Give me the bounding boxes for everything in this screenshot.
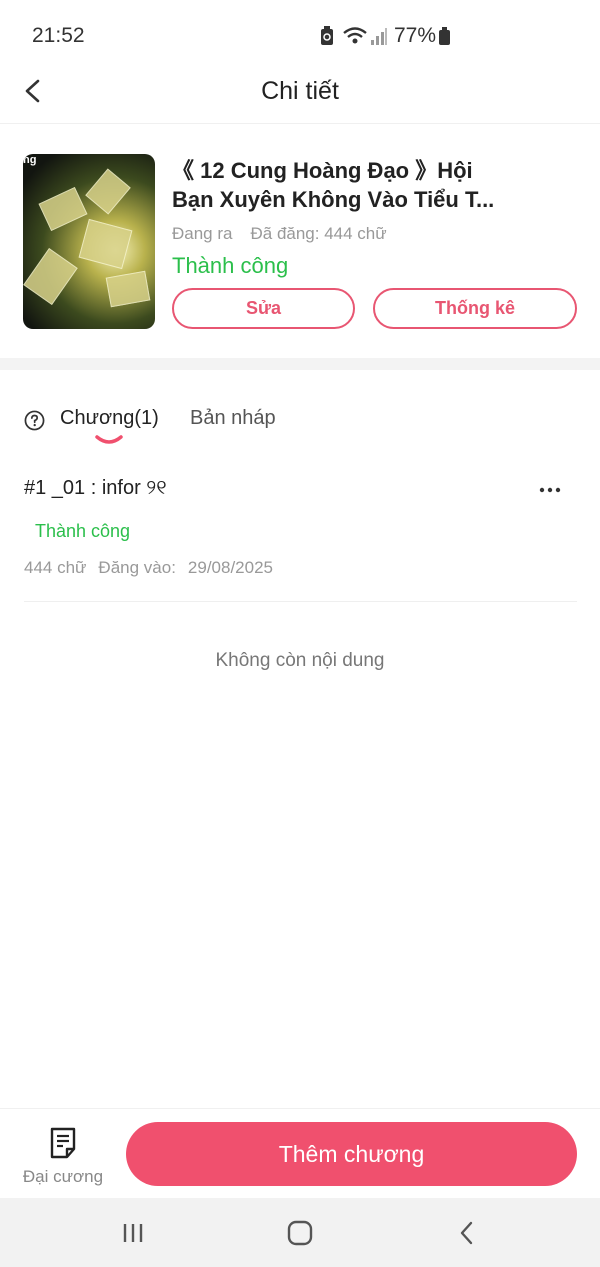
book-word-count: Đã đăng: 444 chữ <box>250 224 387 243</box>
recents-icon[interactable] <box>118 1218 148 1248</box>
tab-chapters[interactable]: Chương(1) <box>60 407 159 430</box>
cover-tag: ng <box>23 154 37 166</box>
edit-button[interactable]: Sửa <box>172 288 355 329</box>
more-icon[interactable] <box>538 486 562 494</box>
book-state: Đang ra <box>172 224 233 243</box>
end-of-list-text: Không còn nội dung <box>215 650 385 671</box>
list-item[interactable]: #1 _01 : infor ୨୧ Thành công 444 chữ Đăn… <box>0 465 600 602</box>
outline-button[interactable]: Đại cương <box>14 1123 112 1193</box>
chapter-posted-date: 29/08/2025 <box>187 558 274 577</box>
recycle-battery-icon <box>321 26 333 45</box>
tab-active-indicator <box>95 435 123 444</box>
chapter-status: Thành công <box>35 521 131 541</box>
divider <box>24 601 577 602</box>
header: Chi tiết <box>0 60 600 124</box>
status-time: 21:52 <box>32 24 85 47</box>
signal-icon <box>371 28 387 45</box>
wifi-icon <box>343 27 367 44</box>
nav-back-icon[interactable] <box>452 1218 482 1248</box>
book-cover[interactable]: ng <box>23 154 155 329</box>
book-info: ng 《 12 Cung Hoàng Đạo 》Hội Bạn Xuyên Kh… <box>0 124 600 358</box>
home-icon[interactable] <box>285 1218 315 1248</box>
bottom-bar: Đại cương Thêm chương <box>0 1108 600 1198</box>
chapter-words: 444 chữ <box>24 558 87 577</box>
book-title: 《 12 Cung Hoàng Đạo 》Hội Bạn Xuyên Không… <box>172 158 495 212</box>
tab-bar: Chương(1) Bản nháp <box>0 395 600 455</box>
book-status: Thành công <box>172 253 289 278</box>
chapter-posted-label: Đăng vào: <box>98 558 176 577</box>
system-nav-bar <box>0 1198 600 1267</box>
outline-label: Đại cương <box>22 1167 104 1186</box>
stats-button[interactable]: Thống kê <box>373 288 577 329</box>
battery-icon <box>439 27 450 45</box>
battery-percent: 77% <box>394 24 437 47</box>
help-icon[interactable] <box>24 410 45 431</box>
section-divider <box>0 358 600 370</box>
chapter-title: #1 _01 : infor ୨୧ <box>24 477 167 499</box>
chapter-meta: 444 chữ Đăng vào: 29/08/2025 <box>24 558 273 578</box>
tab-drafts[interactable]: Bản nháp <box>190 407 276 430</box>
page-title: Chi tiết <box>261 77 339 105</box>
outline-icon <box>50 1127 76 1159</box>
add-chapter-button[interactable]: Thêm chương <box>126 1122 577 1186</box>
book-meta: Đang ra Đã đăng: 444 chữ <box>172 224 387 244</box>
